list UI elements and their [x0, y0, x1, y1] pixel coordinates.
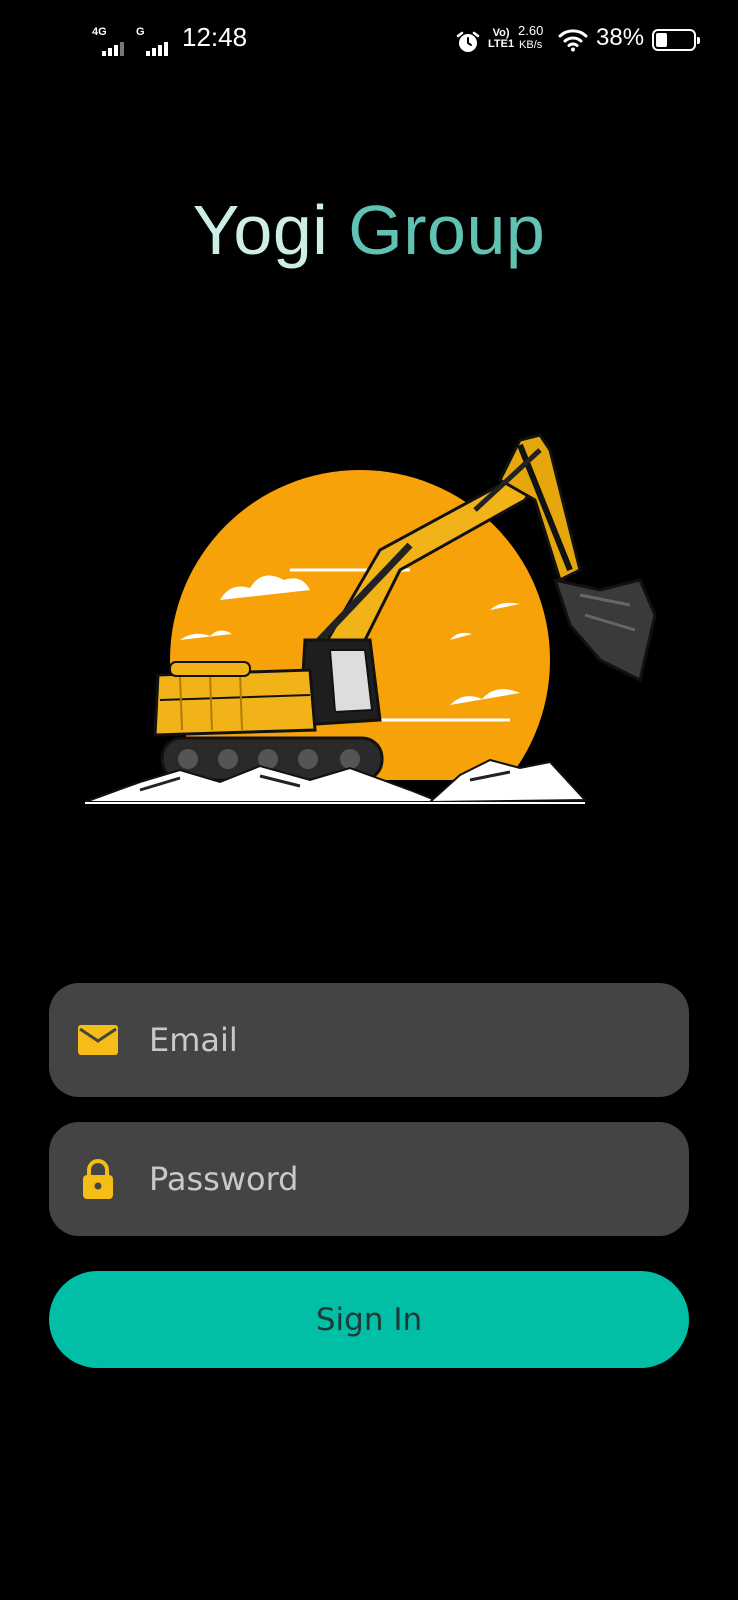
lte-label: LTE1	[488, 38, 515, 50]
signal-bars-icon	[102, 42, 124, 56]
speed-unit: KB/s	[519, 39, 543, 51]
battery-fill	[656, 33, 668, 47]
speed-value: 2.60	[518, 23, 544, 38]
clock: 12:48	[182, 22, 248, 52]
signal-g: G	[136, 26, 168, 56]
app-title-word1: Yogi	[192, 191, 329, 269]
signal-bars-icon	[146, 42, 168, 56]
network-speed: 2.60 KB/s	[518, 24, 543, 52]
excavator-illustration	[80, 430, 670, 850]
status-bar: 4G G 12:48 Vo) LTE1 2.60 KB/s 38%	[0, 0, 738, 80]
email-input[interactable]	[149, 983, 659, 1097]
app-title: Yogi Group	[0, 190, 738, 270]
wifi-icon	[558, 28, 588, 57]
battery-icon	[652, 29, 700, 51]
password-field[interactable]	[49, 1122, 689, 1236]
network-type-label: 4G	[92, 26, 107, 38]
battery-percent: 38%	[596, 24, 645, 51]
app-title-word2: Group	[348, 191, 546, 269]
signal-4g: 4G	[92, 26, 124, 56]
volte-indicator: Vo) LTE1	[488, 28, 514, 50]
password-input[interactable]	[149, 1122, 659, 1236]
network-type-label: G	[136, 26, 145, 38]
alarm-icon	[456, 30, 480, 59]
envelope-icon	[77, 1020, 119, 1060]
email-field[interactable]	[49, 983, 689, 1097]
lock-icon	[77, 1159, 119, 1199]
battery-cap	[697, 37, 700, 44]
sign-in-button[interactable]: Sign In	[49, 1271, 689, 1368]
